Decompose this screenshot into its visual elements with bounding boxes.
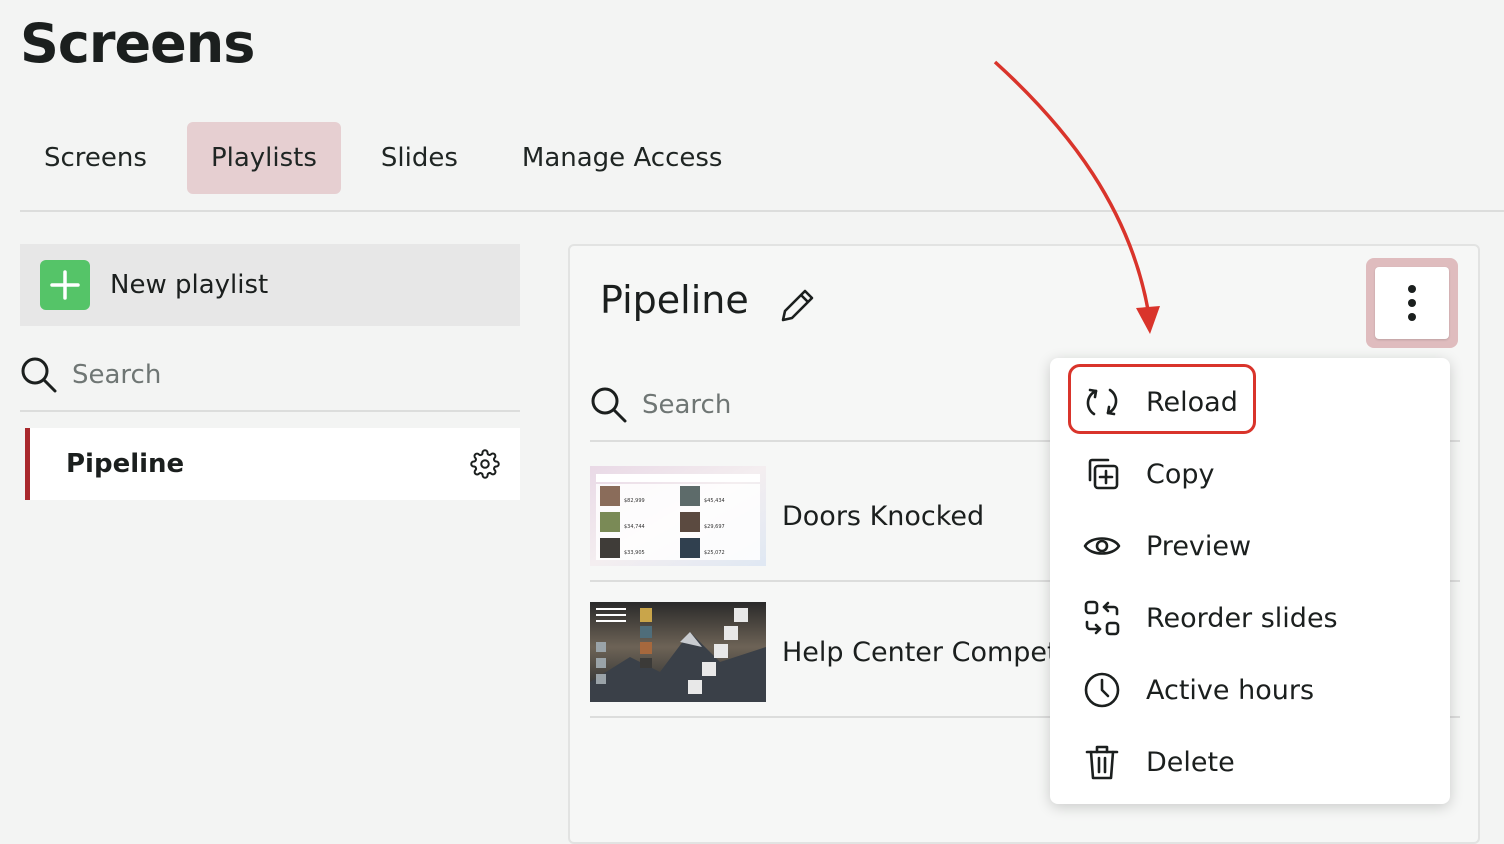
menu-item-copy[interactable]: Copy (1050, 438, 1450, 510)
menu-item-label: Copy (1146, 458, 1215, 490)
slide-label: Doors Knocked (782, 500, 985, 532)
menu-item-label: Active hours (1146, 674, 1315, 706)
plus-icon (40, 260, 90, 310)
reload-highlight-outline (1068, 364, 1256, 434)
reorder-icon (1084, 600, 1120, 636)
pencil-icon[interactable] (778, 285, 818, 325)
playlist-title: Pipeline (600, 278, 749, 322)
menu-item-delete[interactable]: Delete (1050, 726, 1450, 798)
thumb-value: $33,905 (624, 550, 645, 556)
thumb-value: $34,744 (624, 524, 645, 530)
new-playlist-label: New playlist (110, 270, 269, 300)
copy-icon (1088, 458, 1119, 490)
search-icon (21, 357, 57, 393)
tab-manage-access[interactable]: Manage Access (498, 122, 747, 194)
thumb-value: $25,072 (704, 550, 725, 556)
slide-thumbnail: $82,999 $45,434 $34,744 $29,697 $33,905 … (590, 466, 766, 566)
slide-search-placeholder: Search (642, 390, 732, 420)
menu-item-label: Preview (1146, 530, 1252, 562)
tab-playlists[interactable]: Playlists (186, 122, 341, 194)
tabs-divider (20, 210, 1504, 212)
sidebar-search-input[interactable]: Search (20, 340, 520, 412)
thumb-value: $82,999 (624, 498, 645, 504)
tab-slides[interactable]: Slides (357, 122, 482, 194)
search-icon (591, 387, 627, 423)
gear-icon[interactable] (470, 449, 500, 479)
more-options-button[interactable] (1366, 258, 1458, 348)
trash-icon (1085, 745, 1119, 780)
slide-thumbnail (590, 602, 766, 702)
thumb-value: $29,697 (704, 524, 725, 530)
sidebar-item-pipeline[interactable]: Pipeline (25, 428, 520, 500)
sidebar-item-label: Pipeline (66, 449, 185, 479)
menu-item-preview[interactable]: Preview (1050, 510, 1450, 582)
new-playlist-button[interactable]: New playlist (20, 244, 520, 326)
more-vertical-icon (1408, 285, 1416, 321)
tab-screens[interactable]: Screens (20, 122, 171, 194)
eye-icon (1083, 537, 1121, 555)
tab-bar: Screens Playlists Slides Manage Access (20, 122, 762, 194)
clock-icon (1084, 672, 1120, 708)
thumb-value: $45,434 (704, 498, 725, 504)
menu-item-label: Reorder slides (1146, 602, 1338, 634)
page-title: Screens (20, 12, 255, 75)
menu-item-label: Delete (1146, 746, 1235, 778)
menu-item-active-hours[interactable]: Active hours (1050, 654, 1450, 726)
sidebar-search-placeholder: Search (72, 360, 162, 390)
menu-item-reorder-slides[interactable]: Reorder slides (1050, 582, 1450, 654)
